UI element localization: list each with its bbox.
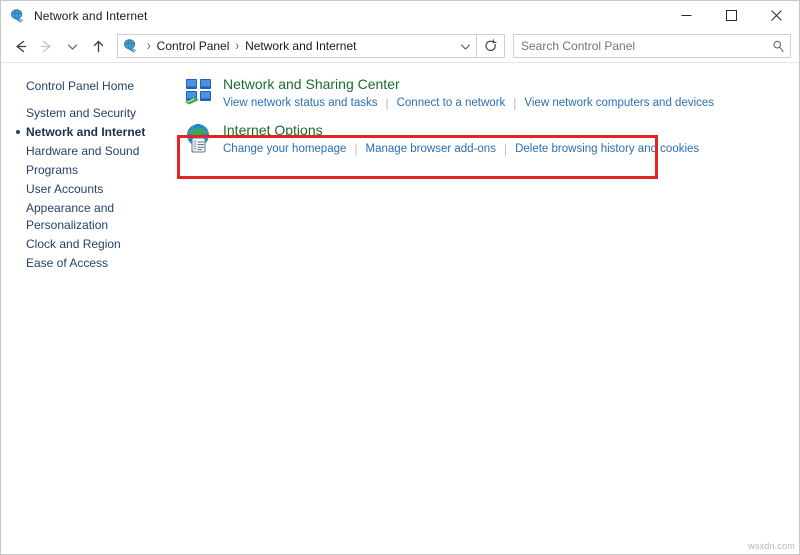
- navigation-sidebar: Control Panel Home System and Security N…: [1, 63, 177, 554]
- sidebar-item-control-panel-home[interactable]: Control Panel Home: [1, 77, 177, 96]
- sidebar-item-appearance-and-personalization[interactable]: Appearance and Personalization: [1, 199, 177, 235]
- maximize-button[interactable]: [709, 1, 754, 30]
- address-network-globe-icon: [123, 38, 139, 54]
- address-bar[interactable]: › Control Panel › Network and Internet: [117, 34, 477, 58]
- link-view-network-status-and-tasks[interactable]: View network status and tasks: [223, 95, 377, 111]
- category-network-and-sharing-center: Network and Sharing Center View network …: [177, 75, 799, 111]
- category-title-internet-options[interactable]: Internet Options: [223, 122, 699, 139]
- minimize-button[interactable]: [664, 1, 709, 30]
- sidebar-item-system-and-security[interactable]: System and Security: [1, 104, 177, 123]
- category-body: Internet Options Change your homepage | …: [223, 121, 699, 157]
- link-divider: |: [503, 142, 508, 156]
- link-view-network-computers-and-devices[interactable]: View network computers and devices: [524, 95, 714, 111]
- sidebar-item-hardware-and-sound[interactable]: Hardware and Sound: [1, 142, 177, 161]
- category-links: Change your homepage | Manage browser ad…: [223, 141, 699, 157]
- close-button[interactable]: [754, 1, 799, 30]
- back-arrow-icon[interactable]: [7, 33, 33, 59]
- link-divider: |: [385, 96, 389, 110]
- control-panel-window: Network and Internet › Control Panel › N…: [0, 0, 800, 555]
- breadcrumb-item-network-and-internet[interactable]: Network and Internet: [243, 39, 358, 53]
- window-body: Control Panel Home System and Security N…: [1, 63, 799, 554]
- sidebar-item-programs[interactable]: Programs: [1, 161, 177, 180]
- category-body: Network and Sharing Center View network …: [223, 75, 714, 111]
- category-title-network-and-sharing-center[interactable]: Network and Sharing Center: [223, 76, 714, 93]
- link-divider: |: [354, 142, 358, 156]
- window-controls: [664, 1, 799, 30]
- network-sharing-center-icon: [183, 76, 215, 108]
- sidebar-item-ease-of-access[interactable]: Ease of Access: [1, 254, 177, 273]
- sidebar-item-user-accounts[interactable]: User Accounts: [1, 180, 177, 199]
- link-connect-to-a-network[interactable]: Connect to a network: [397, 95, 506, 111]
- link-change-your-homepage[interactable]: Change your homepage: [223, 141, 346, 157]
- address-toolbar: › Control Panel › Network and Internet: [1, 30, 799, 62]
- title-bar: Network and Internet: [1, 1, 799, 30]
- internet-options-globe-icon: [183, 122, 215, 154]
- category-internet-options: Internet Options Change your homepage | …: [177, 121, 799, 157]
- link-divider: |: [513, 96, 517, 110]
- sidebar-item-clock-and-region[interactable]: Clock and Region: [1, 235, 177, 254]
- breadcrumb-separator-0: ›: [147, 39, 151, 53]
- watermark: wsxdn.com: [748, 541, 795, 551]
- address-chevron-down-icon[interactable]: [454, 35, 476, 57]
- search-icon[interactable]: [766, 39, 790, 53]
- window-title: Network and Internet: [34, 8, 148, 23]
- up-arrow-icon[interactable]: [85, 33, 111, 59]
- breadcrumb-item-control-panel[interactable]: Control Panel: [155, 39, 232, 53]
- recent-locations-chevron-down-icon[interactable]: [59, 33, 85, 59]
- link-delete-browsing-history-and-cookies[interactable]: Delete browsing history and cookies: [515, 141, 699, 157]
- search-box[interactable]: [513, 34, 791, 58]
- category-links: View network status and tasks | Connect …: [223, 95, 714, 111]
- forward-arrow-icon: [33, 33, 59, 59]
- search-input[interactable]: [514, 39, 766, 53]
- refresh-icon[interactable]: [477, 34, 505, 58]
- category-list: Network and Sharing Center View network …: [177, 63, 799, 554]
- breadcrumb-separator-1: ›: [235, 39, 240, 53]
- sidebar-item-network-and-internet[interactable]: Network and Internet: [1, 123, 177, 142]
- breadcrumb: › Control Panel › Network and Internet: [143, 39, 454, 53]
- link-manage-browser-add-ons[interactable]: Manage browser add-ons: [366, 141, 496, 157]
- network-globe-icon: [10, 8, 26, 24]
